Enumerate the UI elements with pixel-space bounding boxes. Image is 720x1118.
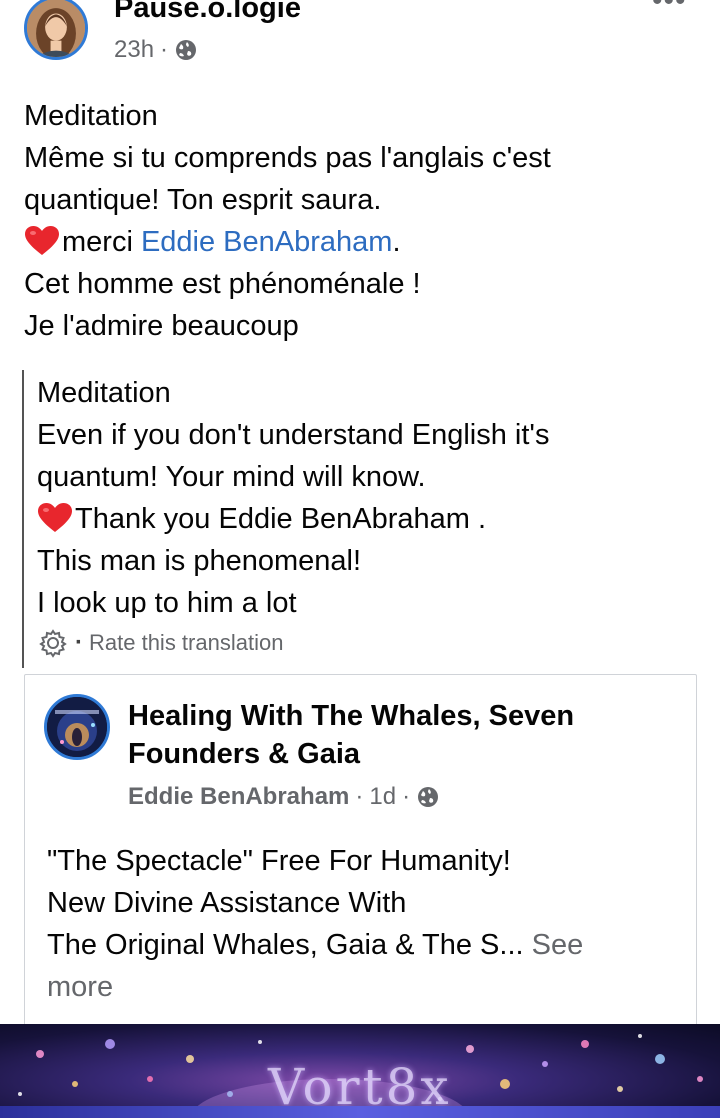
meta-separator: · [402, 783, 411, 810]
translation-block: Meditation Even if you don't understand … [22, 370, 702, 668]
shared-body-line: The Original Whales, Gaia & The S... See [47, 924, 677, 966]
group-avatar[interactable] [44, 694, 110, 760]
gear-icon[interactable] [37, 628, 69, 658]
post-line: quantique! Ton esprit saura. [24, 184, 382, 216]
post-line: Je l'admire beaucoup [24, 310, 299, 342]
shared-body-line: New Divine Assistance With [47, 887, 407, 919]
post-timestamp[interactable]: 23h [114, 36, 154, 64]
globe-icon[interactable] [174, 38, 198, 62]
post-author-name[interactable]: Pause.o.logie [114, 0, 301, 25]
translation-thanks-text: Thank you Eddie BenAbraham . [75, 503, 487, 535]
shared-post-timestamp[interactable]: 1d [369, 783, 396, 811]
author-avatar[interactable] [24, 0, 88, 60]
mention-link[interactable]: Eddie BenAbraham [141, 226, 393, 258]
heart-icon [25, 226, 59, 255]
post-line: Meditation [24, 100, 158, 132]
thanks-prefix: merci [62, 226, 141, 258]
shared-post-body: "The Spectacle" Free For Humanity! New D… [47, 840, 677, 1008]
heart-icon [38, 503, 72, 532]
post-meta: 23h · [114, 36, 198, 64]
see-more-link[interactable]: See [524, 929, 584, 961]
group-title[interactable]: Healing With The Whales, Seven Founders … [128, 697, 668, 773]
shared-post-card[interactable]: Healing With The Whales, Seven Founders … [24, 674, 697, 1034]
shared-post-author[interactable]: Eddie BenAbraham [128, 783, 349, 811]
group-avatar-image [47, 697, 107, 757]
post-text: Meditation Même si tu comprends pas l'an… [24, 95, 704, 347]
globe-icon[interactable] [416, 785, 440, 809]
translation-line: This man is phenomenal! [37, 545, 361, 577]
thanks-suffix: . [392, 226, 401, 258]
meta-separator: · [160, 36, 169, 63]
shared-post-meta: Eddie BenAbraham · 1d · [128, 783, 440, 811]
rate-translation-link[interactable]: Rate this translation [89, 630, 283, 656]
rate-translation-row: · Rate this translation [37, 628, 702, 658]
meta-separator: · [355, 783, 364, 810]
post-line: Cet homme est phénoménale ! [24, 268, 421, 300]
translation-line: quantum! Your mind will know. [37, 461, 426, 493]
translation-thanks-line: Thank you Eddie BenAbraham . [37, 498, 702, 540]
group-title-line: Healing With The Whales, Seven [128, 700, 575, 732]
shared-media-preview[interactable]: Vort8x [0, 1024, 720, 1118]
shared-body-text: The Original Whales, Gaia & The S... [47, 929, 524, 961]
shared-body-line: "The Spectacle" Free For Humanity! [47, 845, 511, 877]
translation-line: Meditation [37, 377, 171, 409]
translation-line: I look up to him a lot [37, 587, 297, 619]
profile-photo [27, 0, 85, 57]
post-options-button[interactable]: ••• [652, 0, 687, 18]
rate-separator: · [75, 629, 83, 656]
post-line: Même si tu comprends pas l'anglais c'est [24, 142, 551, 174]
translation-line: Even if you don't understand English it'… [37, 419, 550, 451]
see-more-link-cont[interactable]: more [47, 971, 113, 1003]
media-bottom-band [0, 1106, 720, 1118]
shared-body-line: more [47, 966, 677, 1008]
group-title-line: Founders & Gaia [128, 738, 361, 770]
post-thanks-line: merci Eddie BenAbraham. [24, 221, 704, 263]
